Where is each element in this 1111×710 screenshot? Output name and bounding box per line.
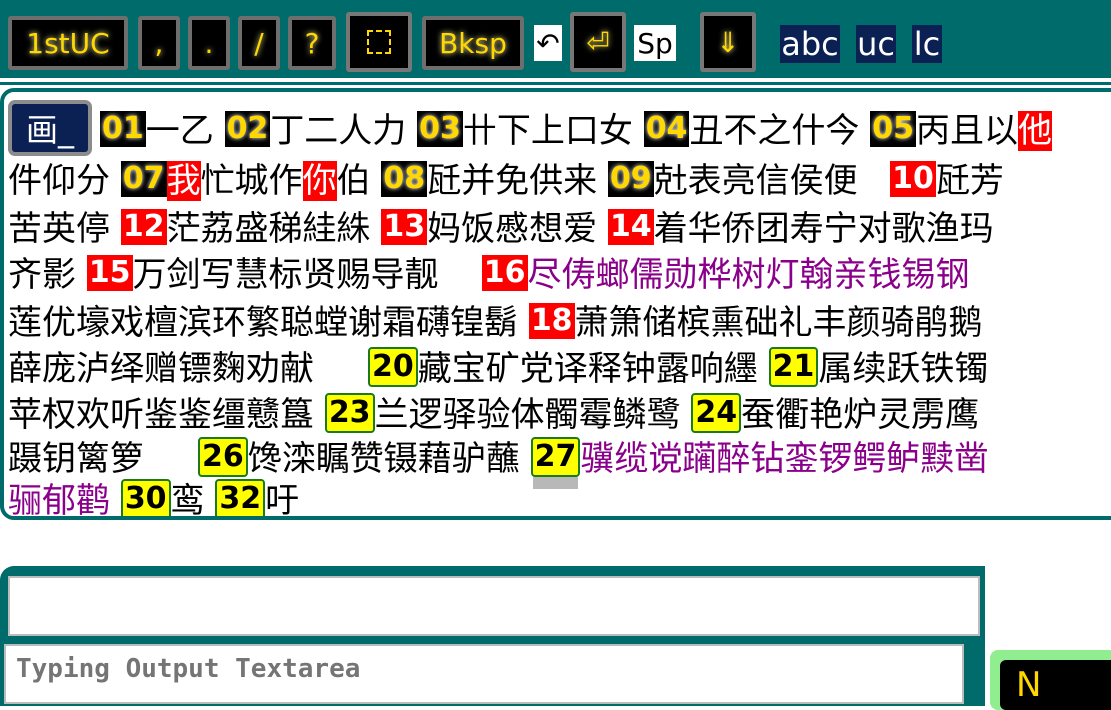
candidate-chars-purple[interactable]: 骥缆谠躏醉钻銮锣鳄鲈黩凿 (580, 439, 988, 479)
stroke-count-badge[interactable]: 27 (530, 437, 581, 489)
stroke-count-badge[interactable]: 10 (890, 161, 936, 197)
candidate-row-3: 苦英停 12茫荔盛稊絓絑 13妈饭慼想爱 14着华侨团寿宁对歌渔玛 (8, 206, 994, 252)
stroke-count-badge[interactable]: 09 (607, 161, 654, 197)
candidate-chars[interactable]: 丁二人力 (270, 111, 417, 151)
candidate-row-4: 齐影 15万剑写慧标贤赐导靓 16尽俦螂儒勋桦树灯翰亲钱锡钢 (8, 252, 970, 298)
candidate-chars-purple[interactable]: 骊郁鹳 (8, 481, 121, 516)
stroke-count-badge[interactable]: 18 (528, 303, 575, 339)
candidate-chars[interactable]: 丙且以 (916, 111, 1018, 151)
select-all-button[interactable] (346, 12, 412, 72)
stroke-count-badge[interactable]: 30 (120, 479, 171, 516)
candidate-chars[interactable]: 苦英停 (8, 209, 121, 249)
candidate-chars[interactable]: 蹑钥篱箩 (8, 439, 198, 479)
stroke-count-badge[interactable]: 12 (120, 209, 167, 245)
candidate-chars[interactable]: 兙表亮信侯便 (654, 161, 890, 201)
stroke-count-badge[interactable]: 32 (215, 479, 266, 516)
stroke-count-badge[interactable]: 04 (643, 111, 690, 147)
candidate-row-9: 骊郁鹳 30 鸾 32 吁 (8, 478, 299, 516)
candidate-chars[interactable]: 伯 (337, 161, 382, 201)
candidate-chars[interactable]: 忙城作 (201, 161, 303, 201)
period-button[interactable]: . (188, 16, 230, 70)
highlighted-char[interactable]: 你 (302, 161, 337, 201)
candidate-chars[interactable]: 瓩芳 (936, 161, 1004, 201)
stroke-count-badge[interactable]: 21 (768, 347, 819, 387)
candidate-chars[interactable]: 件仰分 (8, 161, 121, 201)
candidate-chars[interactable]: 妈饭慼想爱 (427, 209, 608, 249)
enter-icon: ⏎ (586, 25, 610, 59)
input-field[interactable] (8, 576, 980, 636)
candidate-row-8: 蹑钥篱箩 26 馋滦瞩赞镊藉驴蘸 27 骥缆谠躏醉钻銮锣鳄鲈黩凿 (8, 436, 988, 489)
stroke-count-badge[interactable]: 01 (100, 111, 146, 147)
stroke-count-badge[interactable]: 13 (381, 209, 428, 245)
first-uppercase-button[interactable]: 1stUC (8, 16, 128, 70)
stroke-count-badge[interactable]: 16 (481, 255, 528, 291)
candidate-chars[interactable]: 兰逻驿验体髑霉鳞鹭 (375, 395, 692, 435)
highlighted-char[interactable]: 我 (166, 161, 201, 201)
stroke-count-badge[interactable]: 08 (381, 161, 428, 197)
stroke-count-badge[interactable]: 20 (368, 347, 418, 387)
undo-icon[interactable]: ↶ (534, 25, 562, 61)
stroke-count-badge[interactable]: 07 (120, 161, 167, 197)
candidate-chars[interactable]: 鸾 (171, 481, 216, 516)
stroke-count-badge[interactable]: 23 (324, 393, 375, 433)
typing-output-textarea[interactable] (4, 644, 964, 704)
candidate-chars[interactable]: 薛庞泸绎赠镖麴劝献 (8, 349, 368, 389)
candidate-chars[interactable]: 丑不之什今 (689, 111, 870, 151)
candidate-chars[interactable]: 莲优壕戏檀滨环繁聪螳谢霜礴锽鬍 (8, 303, 529, 343)
stroke-count-badge[interactable]: 15 (86, 255, 133, 291)
side-action-button[interactable]: N (1000, 660, 1111, 710)
double-down-arrow-icon: ⇓ (716, 25, 740, 59)
uppercase-button[interactable]: uc (856, 25, 896, 63)
input-mode-button[interactable]: 画_ (8, 100, 92, 156)
candidate-chars[interactable]: 馋滦瞩赞镊藉驴蘸 (248, 439, 531, 479)
lowercase-abc-button[interactable]: abc (780, 25, 840, 63)
stroke-count-badge[interactable]: 26 (198, 437, 248, 477)
candidate-chars[interactable]: 万剑写慧标贤赐导靓 (133, 255, 482, 295)
highlighted-char[interactable]: 他 (1018, 111, 1052, 151)
candidate-chars[interactable]: 藏宝矿党译释钟露响纆 (418, 349, 769, 389)
backspace-button[interactable]: Bksp (422, 16, 524, 70)
candidate-row-6: 薛庞泸绎赠镖麴劝献 20 藏宝矿党译释钟露响纆 21 属续跃铁镯 (8, 346, 988, 392)
candidate-chars[interactable]: 卄下上口女 (463, 111, 644, 151)
candidate-chars-purple[interactable]: 尽俦螂儒勋桦树灯翰亲钱锡钢 (528, 255, 970, 295)
toolbar-divider-bottom (0, 82, 1111, 85)
candidate-chars[interactable]: 瓩并免供来 (427, 161, 608, 201)
stroke-count-badge[interactable]: 14 (607, 209, 654, 245)
slash-button[interactable]: / (238, 16, 280, 70)
comma-button[interactable]: , (138, 16, 180, 70)
stroke-count-badge[interactable]: 05 (870, 111, 916, 147)
candidate-chars[interactable]: 着华侨团寿宁对歌渔玛 (654, 209, 994, 249)
candidate-row-1: 01一乙 02丁二人力 03卄下上口女 04丑不之什今 05丙且以他 (100, 108, 1052, 154)
stroke-count-badge[interactable]: 03 (417, 111, 463, 147)
stroke-count-badge[interactable]: 02 (224, 111, 271, 147)
candidate-chars[interactable]: 苹权欢听鉴鉴缰戆簋 (8, 395, 325, 435)
down-arrow-button[interactable]: ⇓ (700, 12, 756, 72)
candidate-chars[interactable]: 蚕衢艳炉灵雳鹰 (741, 395, 979, 435)
candidate-chars[interactable]: 吁 (265, 481, 299, 516)
space-button[interactable]: Sp (634, 25, 676, 61)
stroke-count-badge[interactable]: 24 (691, 393, 742, 433)
enter-button[interactable]: ⏎ (570, 12, 626, 72)
character-candidate-panel: 画_ 01一乙 02丁二人力 03卄下上口女 04丑不之什今 05丙且以他 件仰… (0, 88, 1111, 520)
candidate-row-7: 苹权欢听鉴鉴缰戆簋 23 兰逻驿验体髑霉鳞鹭 24 蚕衢艳炉灵雳鹰 (8, 392, 979, 438)
lowercase-button[interactable]: lc (912, 25, 942, 63)
candidate-chars[interactable]: 一乙 (146, 111, 225, 151)
candidate-row-5: 莲优壕戏檀滨环繁聪螳谢霜礴锽鬍 18萧箫储槟熏础礼丰颜骑鹃鹅 (8, 300, 983, 346)
candidate-chars[interactable]: 属续跃铁镯 (818, 349, 988, 389)
candidate-chars[interactable]: 萧箫储槟熏础礼丰颜骑鹃鹅 (575, 303, 983, 343)
dotted-square-icon (367, 30, 391, 54)
candidate-chars[interactable]: 齐影 (8, 255, 87, 295)
question-mark-button[interactable]: ? (288, 16, 336, 70)
candidate-chars[interactable]: 茫荔盛稊絓絑 (167, 209, 382, 249)
candidate-row-2: 件仰分 07我忙城作你伯 08瓩并免供来 09兙表亮信侯便 10瓩芳 (8, 158, 1004, 204)
